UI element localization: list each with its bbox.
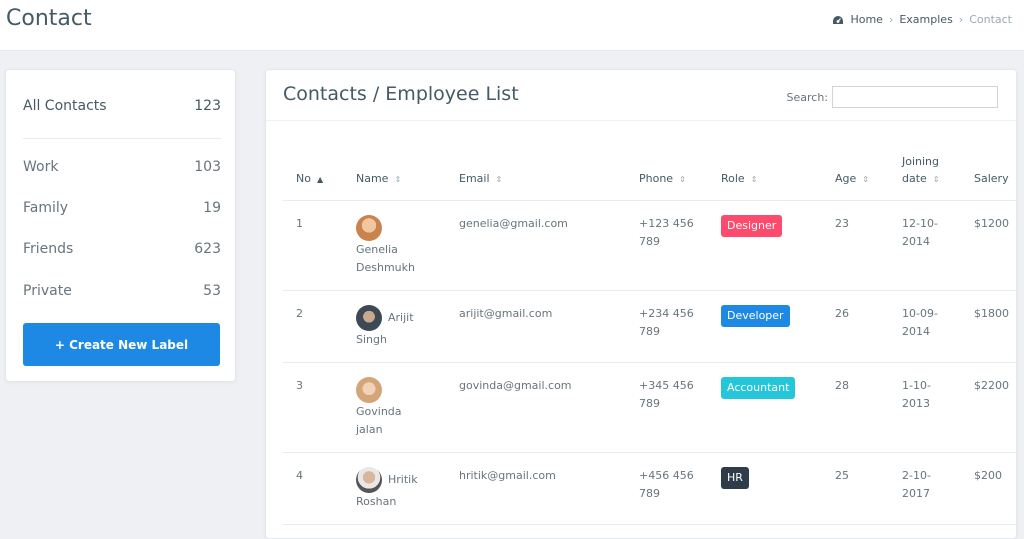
cell-joining-date: 2-10- 2017 <box>889 452 961 525</box>
divider <box>266 120 1016 121</box>
label-name: All Contacts <box>23 98 107 114</box>
label-count: 623 <box>194 241 221 257</box>
page-title: Contact <box>6 6 92 31</box>
cell-joining-date: 10-09- 2014 <box>889 290 961 363</box>
cell-phone: +345 456 789 <box>626 362 708 453</box>
cell-phone: +456 456 789 <box>626 452 708 525</box>
cell-email: govinda@gmail.com <box>446 362 626 453</box>
sort-icon: ⇕ <box>679 174 686 184</box>
cell-salary: $2200 <box>961 362 1016 453</box>
role-badge: HR <box>721 466 749 489</box>
cell-email: hritik@gmail.com <box>446 452 626 525</box>
cell-name: Govinda jalan <box>343 362 446 453</box>
label-name: Friends <box>23 241 74 257</box>
cell-email: genelia@gmail.com <box>446 200 626 291</box>
cell-age: 25 <box>822 452 889 525</box>
column-header-no[interactable]: No ▲ <box>283 143 343 201</box>
sort-icon: ⇕ <box>932 174 940 184</box>
column-header-role[interactable]: Role ⇕ <box>708 143 822 201</box>
avatar <box>356 466 382 493</box>
divider <box>23 138 221 139</box>
cell-name: Arijit Singh <box>343 290 446 363</box>
cell-no: 2 <box>283 290 343 363</box>
label-all-contacts[interactable]: All Contacts 123 <box>23 98 221 114</box>
table-row[interactable]: 1 Genelia Deshmukh genelia@gmail.com +123… <box>283 200 1016 291</box>
search-input[interactable] <box>832 86 998 108</box>
sort-icon: ⇕ <box>394 174 402 184</box>
breadcrumb-home[interactable]: Home <box>850 13 882 26</box>
cell-role: Designer <box>708 200 822 291</box>
labels-card: All Contacts 123 Work 103 Family 19 Frie… <box>5 69 236 382</box>
sort-icon: ⇕ <box>750 174 758 184</box>
column-header-email[interactable]: Email ⇕ <box>446 143 626 201</box>
label-count: 123 <box>194 98 221 114</box>
table-row[interactable]: 3 Govinda jalan govinda@gmail.com +345 45… <box>283 362 1016 453</box>
search-label: Search: <box>786 90 829 104</box>
label-work[interactable]: Work 103 <box>23 159 221 175</box>
role-badge: Designer <box>721 214 783 237</box>
sort-icon: ⇕ <box>495 174 503 184</box>
label-count: 19 <box>203 200 221 216</box>
label-friends[interactable]: Friends 623 <box>23 241 221 257</box>
column-header-salary[interactable]: Salery⇕ <box>961 143 1016 201</box>
column-header-age[interactable]: Age ⇕ <box>822 143 889 201</box>
cell-salary: $1200 <box>961 200 1016 291</box>
cell-age: 23 <box>822 200 889 291</box>
cell-phone: +234 456 789 <box>626 290 708 363</box>
table-header-row: No ▲ Name ⇕ Email ⇕ Phone ⇕ Role ⇕ Age ⇕ Joini… <box>283 143 1016 201</box>
chevron-right-icon: › <box>958 13 964 26</box>
role-badge: Developer <box>721 304 790 327</box>
cell-role: HR <box>708 452 822 525</box>
column-header-joining-date[interactable]: Joining date ⇕ <box>889 143 961 201</box>
avatar <box>356 376 382 403</box>
breadcrumb: Home › Examples › Contact <box>832 13 1012 26</box>
search-box: Search: <box>786 86 998 108</box>
label-private[interactable]: Private 53 <box>23 283 221 299</box>
contacts-table: No ▲ Name ⇕ Email ⇕ Phone ⇕ Role ⇕ Age ⇕ Joini… <box>283 143 1016 525</box>
role-badge: Accountant <box>721 376 796 399</box>
label-name: Work <box>23 159 59 175</box>
cell-no: 3 <box>283 362 343 453</box>
cell-age: 26 <box>822 290 889 363</box>
cell-salary: $200 <box>961 452 1016 525</box>
cell-name: Hritik Roshan <box>343 452 446 525</box>
cell-joining-date: 12-10- 2014 <box>889 200 961 291</box>
table-row[interactable]: 2 Arijit Singh arijit@gmail.com +234 456… <box>283 290 1016 363</box>
chevron-right-icon: › <box>888 13 894 26</box>
table-row[interactable]: 4 Hritik Roshan hritik@gmail.com +456 45… <box>283 452 1016 525</box>
cell-salary: $1800 <box>961 290 1016 363</box>
cell-role: Developer <box>708 290 822 363</box>
column-header-phone[interactable]: Phone ⇕ <box>626 143 708 201</box>
sort-icon: ⇕ <box>1015 171 1016 188</box>
cell-phone: +123 456 789 <box>626 200 708 291</box>
dashboard-icon <box>833 15 844 24</box>
cell-joining-date: 1-10- 2013 <box>889 362 961 453</box>
cell-name: Genelia Deshmukh <box>343 200 446 291</box>
cell-no: 1 <box>283 200 343 291</box>
label-name: Family <box>23 200 69 216</box>
card-title: Contacts / Employee List <box>283 83 519 105</box>
label-count: 53 <box>203 283 221 299</box>
sort-asc-icon: ▲ <box>316 174 324 184</box>
sort-icon: ⇕ <box>862 174 869 184</box>
employee-list-card: Contacts / Employee List Search: No ▲ Nam… <box>265 69 1017 539</box>
column-header-name[interactable]: Name ⇕ <box>343 143 446 201</box>
cell-email: arijit@gmail.com <box>446 290 626 363</box>
cell-age: 28 <box>822 362 889 453</box>
create-new-label-button[interactable]: + Create New Label <box>23 323 220 366</box>
label-count: 103 <box>194 159 221 175</box>
cell-no: 4 <box>283 452 343 525</box>
label-name: Private <box>23 283 72 299</box>
avatar <box>356 214 382 241</box>
top-bar: Contact Home › Examples › Contact <box>0 0 1024 51</box>
label-family[interactable]: Family 19 <box>23 200 221 216</box>
cell-role: Accountant <box>708 362 822 453</box>
avatar <box>356 304 382 331</box>
breadcrumb-current: Contact <box>969 13 1012 26</box>
breadcrumb-examples[interactable]: Examples <box>899 13 952 26</box>
